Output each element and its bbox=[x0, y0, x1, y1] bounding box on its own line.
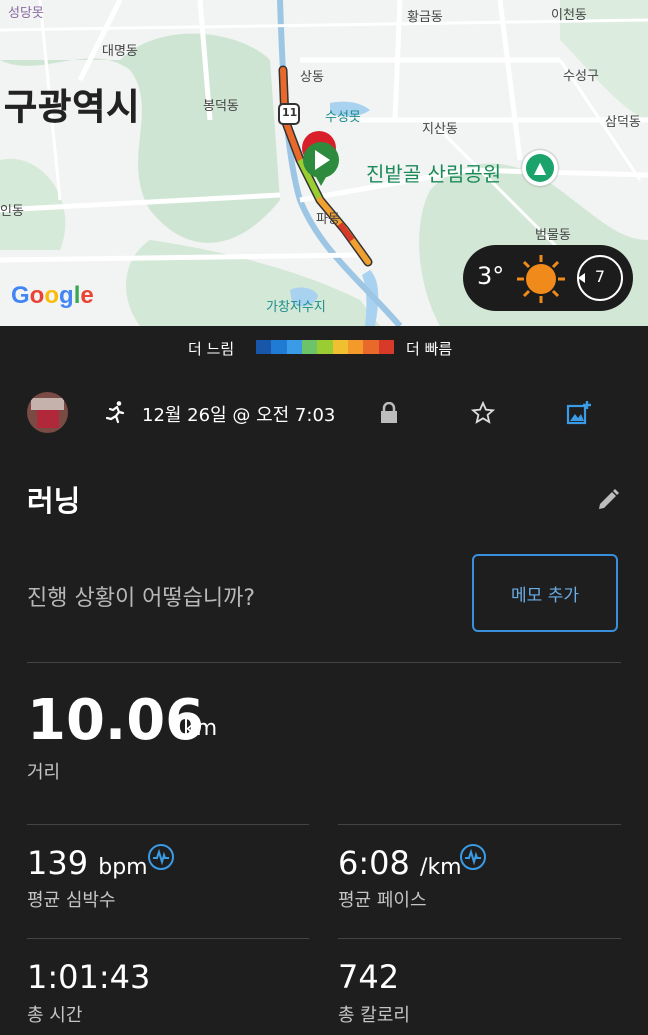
total-time-value: 1:01:43 bbox=[27, 958, 151, 996]
activity-meta: 12월 26일 @ 오전 7:03 bbox=[0, 388, 648, 438]
pace-swatch bbox=[286, 340, 302, 354]
total-time-label: 총 시간 bbox=[27, 1005, 83, 1026]
add-photo-icon[interactable] bbox=[566, 400, 592, 426]
distance-unit: km bbox=[183, 716, 218, 741]
star-icon[interactable] bbox=[471, 401, 495, 425]
heart-rate-chart-icon[interactable] bbox=[147, 843, 175, 871]
divider bbox=[27, 662, 621, 663]
divider bbox=[27, 938, 309, 939]
pace-swatch bbox=[301, 340, 318, 354]
pace-swatch bbox=[317, 340, 333, 354]
map-label: 파동 bbox=[316, 212, 340, 227]
map-label: 이천동 bbox=[551, 8, 587, 23]
pace-chart-icon[interactable] bbox=[459, 843, 487, 871]
map-label: 지산동 bbox=[422, 122, 458, 137]
wind-speed: 7 bbox=[594, 267, 606, 286]
avatar-detail bbox=[37, 410, 59, 428]
google-letter: o bbox=[29, 282, 45, 309]
legend-slow: 더 느림 bbox=[188, 340, 235, 358]
park-pin-icon[interactable]: ▲ bbox=[522, 150, 558, 186]
google-logo: Google bbox=[11, 282, 94, 310]
avatar[interactable] bbox=[27, 392, 68, 433]
pace-swatch bbox=[256, 340, 272, 354]
pace-stat: 6:08 /km bbox=[338, 844, 462, 882]
wind-indicator: 7 bbox=[575, 253, 625, 303]
map-label: 대명동 bbox=[102, 44, 138, 59]
running-icon bbox=[105, 401, 125, 424]
map-label: 삼덕동 bbox=[605, 115, 641, 130]
pace-label: 평균 페이스 bbox=[338, 890, 427, 911]
google-letter: o bbox=[44, 282, 60, 309]
lock-icon[interactable] bbox=[379, 402, 399, 424]
sun-icon bbox=[517, 255, 565, 303]
divider bbox=[338, 824, 621, 825]
pace-swatch bbox=[363, 340, 379, 354]
map-label: 봉덕동 bbox=[203, 99, 239, 114]
pace-swatch bbox=[347, 340, 364, 354]
heart-rate-unit: bpm bbox=[98, 855, 148, 880]
map-label: 인동 bbox=[0, 204, 24, 219]
pace-swatch bbox=[271, 340, 287, 354]
heart-rate-stat: 139 bpm bbox=[27, 844, 148, 882]
pace-unit: /km bbox=[420, 855, 462, 880]
map-label: 수성구 bbox=[563, 69, 599, 84]
weather-temp: 3° bbox=[477, 262, 505, 290]
pace-color-bar bbox=[256, 340, 394, 354]
add-memo-button[interactable]: 메모 추가 bbox=[472, 554, 618, 632]
weather-widget[interactable]: 3° 7 bbox=[463, 245, 633, 311]
map-label: 상동 bbox=[300, 70, 324, 85]
map-label: 수성못 bbox=[325, 110, 361, 125]
calories-label: 총 칼로리 bbox=[338, 1005, 410, 1026]
pace-value: 6:08 bbox=[338, 844, 410, 882]
google-letter: G bbox=[11, 282, 30, 309]
map-label: 황금동 bbox=[407, 10, 443, 25]
distance-value: 10.06 bbox=[27, 688, 205, 753]
pace-swatch bbox=[332, 340, 348, 354]
edit-icon[interactable] bbox=[596, 488, 620, 512]
calories-value: 742 bbox=[338, 958, 400, 996]
city-label: 구광역시 bbox=[4, 87, 141, 129]
map-label: 범물동 bbox=[535, 228, 571, 243]
google-letter: g bbox=[59, 282, 74, 309]
park-label: 진밭골 산림공원 bbox=[366, 162, 502, 186]
legend-fast: 더 빠름 bbox=[406, 340, 453, 358]
pace-legend: 더 느림 더 빠름 bbox=[0, 336, 648, 360]
avatar-detail bbox=[31, 398, 64, 410]
activity-date: 12월 26일 @ 오전 7:03 bbox=[142, 405, 336, 426]
divider bbox=[338, 938, 621, 939]
status-prompt: 진행 상황이 어떻습니까? bbox=[27, 586, 256, 611]
heart-rate-label: 평균 심박수 bbox=[27, 890, 116, 911]
pace-swatch bbox=[378, 340, 394, 354]
heart-rate-value: 139 bbox=[27, 844, 89, 882]
map-label: 성당못 bbox=[8, 6, 44, 21]
distance-label: 거리 bbox=[27, 762, 61, 783]
route-shield: 11 bbox=[282, 106, 298, 119]
route-map[interactable]: 성당못 대명동 봉덕동 인동 상동 수성못 파동 가창저수지 황금동 이천동 수… bbox=[0, 0, 648, 326]
activity-title: 러닝 bbox=[27, 484, 81, 518]
google-letter: e bbox=[80, 282, 94, 309]
divider bbox=[27, 824, 309, 825]
map-label: 가창저수지 bbox=[266, 300, 326, 315]
